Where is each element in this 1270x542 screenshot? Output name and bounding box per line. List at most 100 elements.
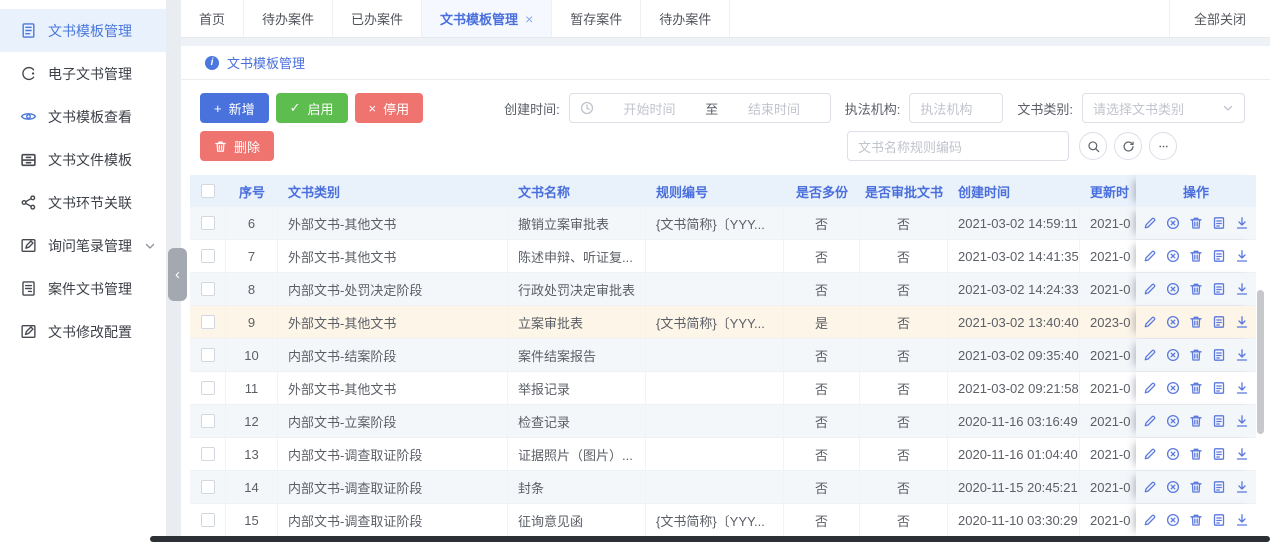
disable-icon[interactable] (1166, 216, 1180, 230)
table-row[interactable]: 9外部文书-其他文书立案审批表{文书简称}〔YYY...是否2021-03-02… (190, 306, 1256, 339)
download-icon[interactable] (1235, 513, 1249, 527)
sidebar-item-4[interactable]: 文书文件模板 (0, 138, 166, 181)
search-button[interactable] (1079, 132, 1107, 160)
refresh-button[interactable] (1114, 132, 1142, 160)
disable-icon[interactable] (1166, 480, 1180, 494)
download-icon[interactable] (1235, 216, 1249, 230)
table-row[interactable]: 11外部文书-其他文书举报记录否否2021-03-02 09:21:582021… (190, 372, 1256, 405)
delete-icon[interactable] (1189, 348, 1203, 362)
doc-type-select[interactable]: 请选择文书类别 (1082, 93, 1245, 123)
vertical-scrollbar-thumb[interactable] (1257, 290, 1264, 434)
tab-4[interactable]: 文书模板管理× (422, 0, 552, 37)
close-all-button[interactable]: 全部关闭 (1169, 0, 1270, 37)
edit-icon[interactable] (1143, 282, 1157, 296)
download-icon[interactable] (1235, 249, 1249, 263)
sidebar-item-5[interactable]: 文书环节关联 (0, 181, 166, 224)
download-icon[interactable] (1235, 315, 1249, 329)
name-rule-input[interactable]: 文书名称规则编码 (847, 131, 1069, 161)
tab-6[interactable]: 待办案件 (641, 0, 730, 37)
edit-icon[interactable] (1143, 249, 1157, 263)
more-button[interactable] (1149, 132, 1177, 160)
tab-2[interactable]: 待办案件 (244, 0, 333, 37)
sidebar-item-7[interactable]: 案件文书管理 (0, 267, 166, 310)
detail-icon[interactable] (1212, 249, 1226, 263)
sidebar-item-6[interactable]: 询问笔录管理 (0, 224, 166, 267)
disable-icon[interactable] (1166, 348, 1180, 362)
select-all-checkbox[interactable] (201, 184, 215, 198)
sidebar-item-8[interactable]: 文书修改配置 (0, 310, 166, 353)
edit-icon[interactable] (1143, 480, 1157, 494)
tab-1[interactable]: 首页 (181, 0, 244, 37)
disable-button[interactable]: ×停用 (355, 93, 424, 123)
detail-icon[interactable] (1212, 282, 1226, 296)
delete-icon[interactable] (1189, 315, 1203, 329)
table-row[interactable]: 15内部文书-调查取证阶段征询意见函{文书简称}〔YYY...否否2020-11… (190, 504, 1256, 536)
edit-icon[interactable] (1143, 216, 1157, 230)
sidebar-collapse-handle[interactable]: ‹ (168, 248, 187, 301)
row-checkbox[interactable] (201, 381, 215, 395)
create-time-range-input[interactable]: 开始时间 至 结束时间 (569, 93, 831, 123)
delete-icon[interactable] (1189, 249, 1203, 263)
delete-icon[interactable] (1189, 216, 1203, 230)
row-checkbox[interactable] (201, 513, 215, 527)
row-checkbox[interactable] (201, 447, 215, 461)
row-checkbox[interactable] (201, 216, 215, 230)
edit-icon[interactable] (1143, 414, 1157, 428)
tab-5[interactable]: 暂存案件 (552, 0, 641, 37)
row-checkbox[interactable] (201, 480, 215, 494)
detail-icon[interactable] (1212, 381, 1226, 395)
delete-button[interactable]: 删除 (200, 131, 274, 161)
enable-button[interactable]: ✓启用 (276, 93, 348, 123)
detail-icon[interactable] (1212, 447, 1226, 461)
tab-3[interactable]: 已办案件 (333, 0, 422, 37)
sidebar-item-1[interactable]: 文书模板管理 (0, 9, 166, 52)
delete-icon[interactable] (1189, 447, 1203, 461)
close-icon[interactable]: × (525, 11, 533, 27)
disable-icon[interactable] (1166, 249, 1180, 263)
delete-icon[interactable] (1189, 381, 1203, 395)
download-icon[interactable] (1235, 282, 1249, 296)
sidebar-item-3[interactable]: 文书模板查看 (0, 95, 166, 138)
disable-icon[interactable] (1166, 513, 1180, 527)
table-row[interactable]: 8内部文书-处罚决定阶段行政处罚决定审批表否否2021-03-02 14:24:… (190, 273, 1256, 306)
detail-icon[interactable] (1212, 513, 1226, 527)
delete-icon[interactable] (1189, 282, 1203, 296)
disable-icon[interactable] (1166, 282, 1180, 296)
download-icon[interactable] (1235, 348, 1249, 362)
add-button[interactable]: +新增 (200, 93, 269, 123)
row-checkbox[interactable] (201, 282, 215, 296)
horizontal-scrollbar-thumb[interactable] (150, 536, 1270, 542)
download-icon[interactable] (1235, 381, 1249, 395)
table-row[interactable]: 13内部文书-调查取证阶段证据照片（图片）...否否2020-11-16 01:… (190, 438, 1256, 471)
table-row[interactable]: 12内部文书-立案阶段检查记录否否2020-11-16 03:16:492021… (190, 405, 1256, 438)
edit-icon[interactable] (1143, 348, 1157, 362)
row-checkbox[interactable] (201, 315, 215, 329)
table-row[interactable]: 6外部文书-其他文书撤销立案审批表{文书简称}〔YYY...否否2021-03-… (190, 207, 1256, 240)
edit-icon[interactable] (1143, 315, 1157, 329)
edit-icon[interactable] (1143, 513, 1157, 527)
detail-icon[interactable] (1212, 348, 1226, 362)
disable-icon[interactable] (1166, 381, 1180, 395)
download-icon[interactable] (1235, 447, 1249, 461)
download-icon[interactable] (1235, 480, 1249, 494)
table-row[interactable]: 14内部文书-调查取证阶段封条否否2020-11-15 20:45:212021… (190, 471, 1256, 504)
disable-icon[interactable] (1166, 447, 1180, 461)
delete-icon[interactable] (1189, 480, 1203, 494)
detail-icon[interactable] (1212, 480, 1226, 494)
row-checkbox[interactable] (201, 414, 215, 428)
edit-icon[interactable] (1143, 381, 1157, 395)
delete-icon[interactable] (1189, 513, 1203, 527)
disable-icon[interactable] (1166, 414, 1180, 428)
table-row[interactable]: 10内部文书-结案阶段案件结案报告否否2021-03-02 09:35:4020… (190, 339, 1256, 372)
org-input[interactable]: 执法机构 (909, 93, 1003, 123)
sidebar-item-2[interactable]: 电子文书管理 (0, 52, 166, 95)
row-checkbox[interactable] (201, 348, 215, 362)
detail-icon[interactable] (1212, 414, 1226, 428)
row-checkbox[interactable] (201, 249, 215, 263)
detail-icon[interactable] (1212, 315, 1226, 329)
download-icon[interactable] (1235, 414, 1249, 428)
detail-icon[interactable] (1212, 216, 1226, 230)
delete-icon[interactable] (1189, 414, 1203, 428)
disable-icon[interactable] (1166, 315, 1180, 329)
table-row[interactable]: 7外部文书-其他文书陈述申辩、听证复...否否2021-03-02 14:41:… (190, 240, 1256, 273)
